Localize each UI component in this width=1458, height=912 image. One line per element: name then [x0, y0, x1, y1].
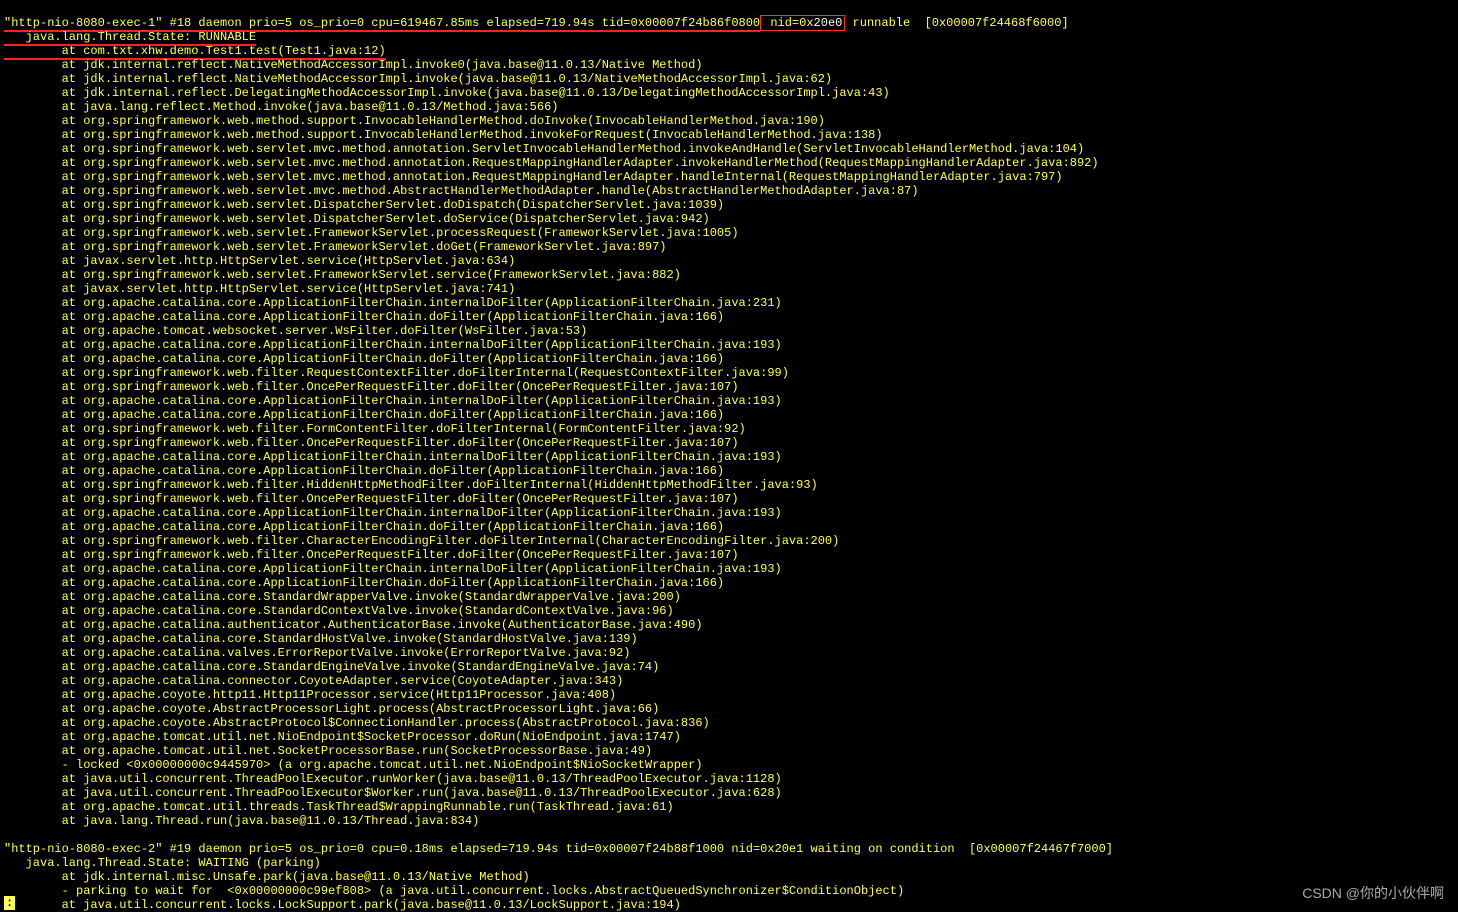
thread-header-2: "http-nio-8080-exec-2" #19 daemon prio=5… — [4, 842, 1113, 856]
stack-trace-1: at jdk.internal.reflect.NativeMethodAcce… — [4, 58, 1099, 828]
stack-trace-2: at jdk.internal.misc.Unsafe.park(java.ba… — [4, 870, 1027, 912]
pager-prompt[interactable]: : — [4, 896, 15, 910]
nid-highlight: nid=0x20e0 — [760, 15, 845, 31]
terminal-output[interactable]: "http-nio-8080-exec-1" #18 daemon prio=5… — [0, 0, 1458, 912]
thread-state-2: java.lang.Thread.State: WAITING (parking… — [4, 856, 321, 870]
watermark: CSDN @你的小伙伴啊 — [1302, 886, 1444, 900]
